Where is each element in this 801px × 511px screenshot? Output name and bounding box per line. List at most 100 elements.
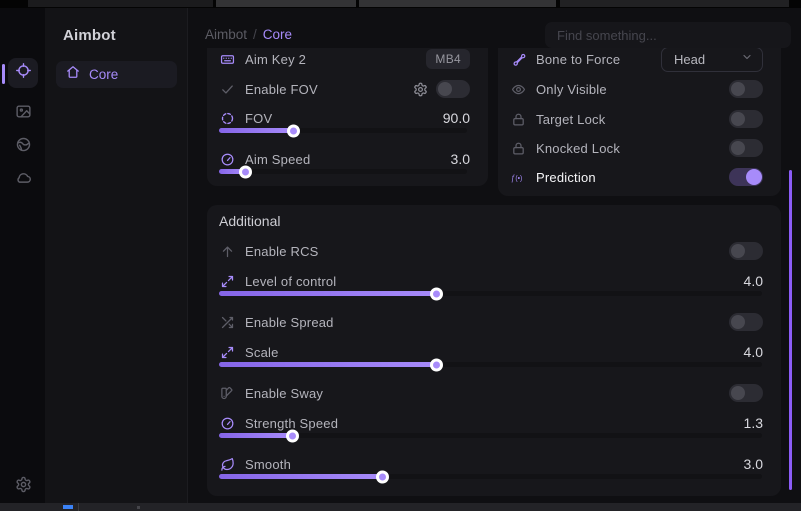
- aim-key-2-row: Aim Key 2 MB4: [219, 48, 470, 72]
- function-icon: f(•): [510, 169, 526, 185]
- enable-rcs-toggle[interactable]: [729, 242, 763, 260]
- bone-icon: [510, 51, 526, 67]
- aim-speed-row: Aim Speed 3.0: [219, 147, 470, 171]
- smooth-row: Smooth 3.0: [219, 452, 763, 476]
- chevron-down-icon: [741, 50, 753, 68]
- lock-icon: [510, 111, 526, 127]
- taskbar-strip: [0, 503, 801, 511]
- tab-fragment[interactable]: [560, 0, 789, 7]
- toggle-knob: [731, 82, 745, 96]
- fov-settings-gear-icon[interactable]: [413, 82, 428, 97]
- rail-item-visuals[interactable]: [8, 99, 38, 129]
- setting-label: Prediction: [536, 170, 596, 185]
- enable-sway-toggle[interactable]: [729, 384, 763, 402]
- setting-label: Knocked Lock: [536, 141, 620, 156]
- toggle-knob: [731, 112, 745, 126]
- diagonal-arrows-icon: [219, 273, 235, 289]
- enable-rcs-row: Enable RCS: [219, 238, 763, 264]
- setting-value: 3.0: [744, 456, 763, 472]
- rail-item-settings[interactable]: [8, 472, 38, 502]
- breadcrumb-separator: /: [253, 27, 257, 42]
- circle-dashed-icon: [219, 110, 235, 126]
- eye-icon: [510, 81, 526, 97]
- main-panel: Aimbot/Core Aim Key 2 MB4 Enable FO: [188, 8, 801, 503]
- level-of-control-row: Level of control 4.0: [219, 269, 763, 293]
- scrollbar-thumb[interactable]: [789, 170, 792, 490]
- tab-fragment[interactable]: [216, 0, 356, 7]
- setting-label: Smooth: [245, 457, 291, 472]
- select-value: Head: [674, 52, 741, 67]
- search-input[interactable]: [545, 22, 791, 48]
- rail-item-world[interactable]: [8, 132, 38, 162]
- rail-item-cloud[interactable]: [8, 165, 38, 195]
- target-lock-row: Target Lock: [510, 106, 763, 132]
- enable-sway-row: Enable Sway: [219, 380, 763, 406]
- home-icon: [66, 65, 89, 84]
- toggle-knob: [731, 315, 745, 329]
- gauge-icon: [219, 415, 235, 431]
- shuffle-icon: [219, 314, 235, 330]
- app-window: Aimbot Core Aimbot/Core Aim Key 2: [0, 8, 801, 503]
- taskbar-app-icon[interactable]: [63, 505, 73, 509]
- svg-text:(•): (•): [515, 175, 522, 182]
- slider-knob[interactable]: [239, 165, 252, 178]
- smooth-slider[interactable]: [219, 474, 762, 479]
- strength-speed-slider[interactable]: [219, 433, 762, 438]
- settings-content: Aim Key 2 MB4 Enable FOV FOV: [188, 48, 801, 503]
- prediction-row: f(•) Prediction: [510, 164, 763, 190]
- slider-knob[interactable]: [286, 429, 299, 442]
- breadcrumb-parent[interactable]: Aimbot: [205, 27, 247, 42]
- setting-value: 1.3: [744, 415, 763, 431]
- slider-knob[interactable]: [376, 470, 389, 483]
- image-icon: [15, 103, 32, 125]
- setting-label: Enable FOV: [245, 82, 318, 97]
- section-title: Additional: [219, 213, 281, 229]
- fov-slider[interactable]: [219, 128, 467, 133]
- setting-label: Enable Spread: [245, 315, 334, 330]
- setting-value: 4.0: [744, 273, 763, 289]
- keybind-value[interactable]: MB4: [426, 49, 470, 69]
- swatches-icon: [219, 385, 235, 401]
- toggle-knob: [731, 141, 745, 155]
- breadcrumb-current[interactable]: Core: [263, 27, 292, 42]
- diagonal-arrows-icon: [219, 344, 235, 360]
- crosshair-icon: [15, 62, 32, 84]
- setting-value: 3.0: [451, 151, 470, 167]
- slider-knob[interactable]: [430, 287, 443, 300]
- tab-fragment[interactable]: [359, 0, 556, 7]
- toggle-knob: [438, 82, 452, 96]
- aim-speed-slider[interactable]: [219, 169, 467, 174]
- scale-slider[interactable]: [219, 362, 762, 367]
- knocked-lock-toggle[interactable]: [729, 139, 763, 157]
- gauge-icon: [219, 151, 235, 167]
- taskbar-divider: [78, 503, 79, 511]
- gear-icon: [15, 476, 32, 498]
- setting-label: Only Visible: [536, 82, 607, 97]
- fov-row: FOV 90.0: [219, 106, 470, 130]
- taskbar-mark: [137, 506, 140, 509]
- arrow-up-icon: [219, 243, 235, 259]
- enable-fov-toggle[interactable]: [436, 80, 470, 98]
- target-lock-toggle[interactable]: [729, 110, 763, 128]
- only-visible-row: Only Visible: [510, 76, 763, 102]
- setting-label: Level of control: [245, 274, 336, 289]
- enable-spread-toggle[interactable]: [729, 313, 763, 331]
- only-visible-toggle[interactable]: [729, 80, 763, 98]
- scale-row: Scale 4.0: [219, 340, 763, 364]
- setting-value: 90.0: [443, 110, 470, 126]
- toggle-knob: [731, 386, 745, 400]
- sidebar-item-core[interactable]: Core: [56, 61, 177, 88]
- slider-knob[interactable]: [287, 124, 300, 137]
- setting-label: Bone to Force: [536, 52, 620, 67]
- setting-label: Aim Key 2: [245, 52, 306, 67]
- setting-label: Target Lock: [536, 112, 605, 127]
- slider-knob[interactable]: [430, 358, 443, 371]
- level-of-control-slider[interactable]: [219, 291, 762, 296]
- check-icon: [219, 81, 235, 97]
- bone-select[interactable]: Head: [661, 48, 763, 72]
- browser-tabs-strip: [0, 0, 801, 8]
- prediction-toggle[interactable]: [729, 168, 763, 186]
- rail-item-aimbot[interactable]: [8, 58, 38, 88]
- icon-rail: [0, 8, 45, 503]
- tab-fragment[interactable]: [28, 0, 213, 7]
